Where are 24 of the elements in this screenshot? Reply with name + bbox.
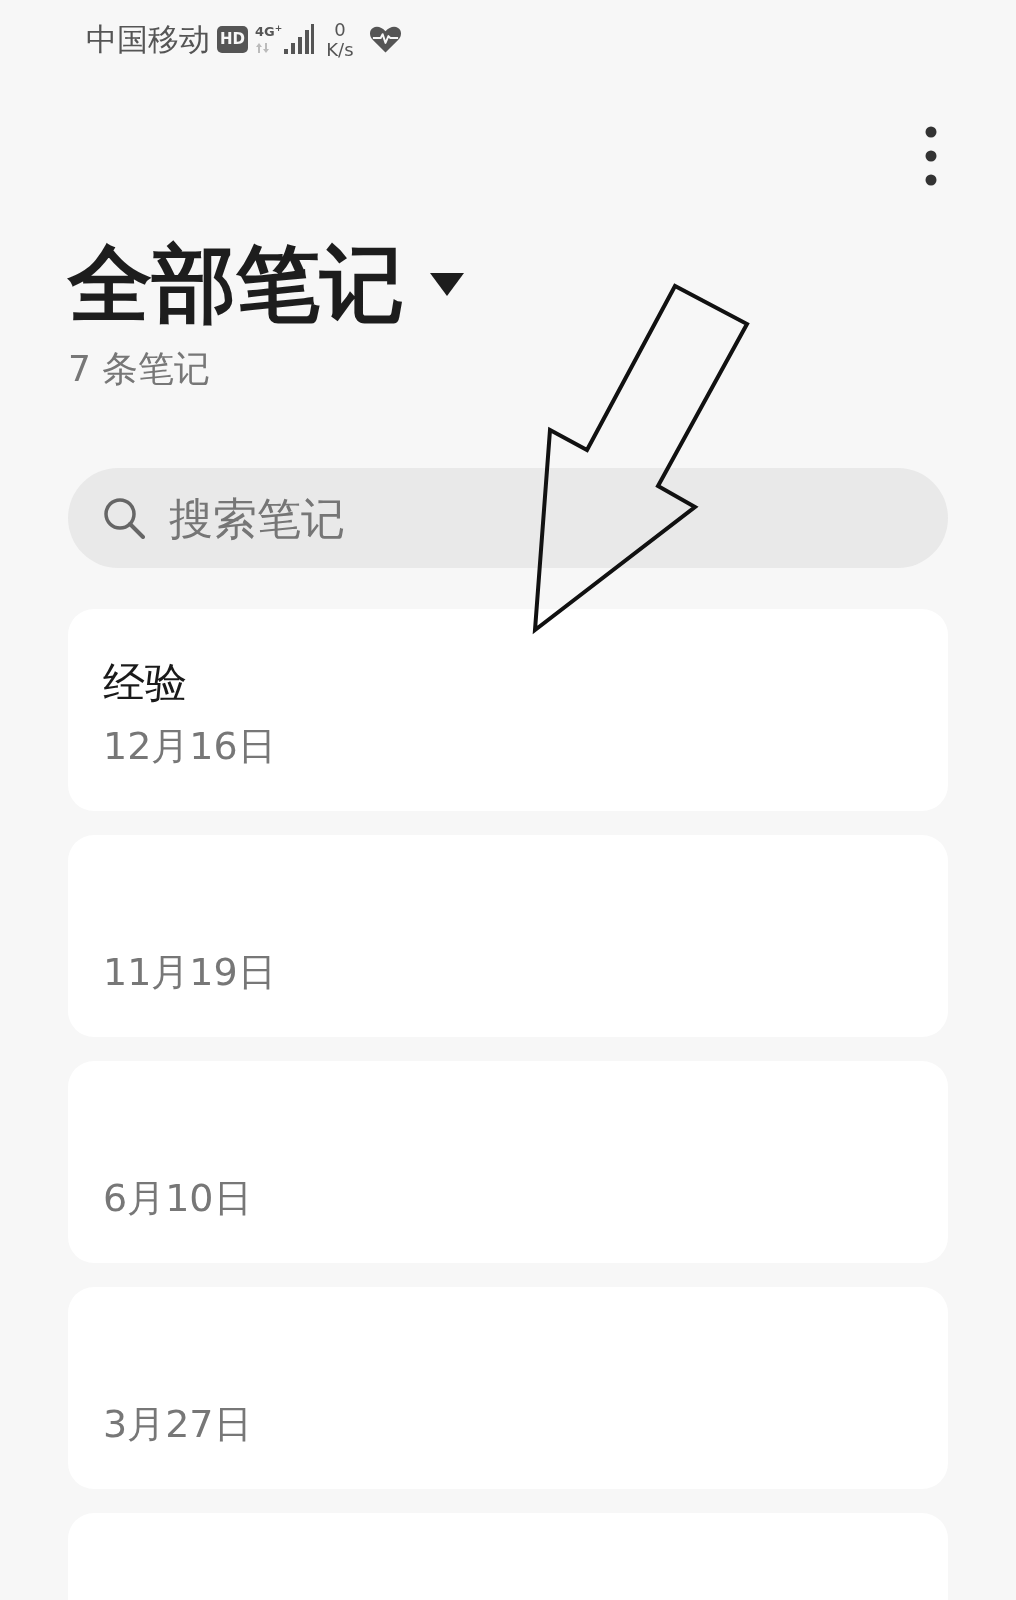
caret-icon bbox=[430, 272, 464, 296]
search-field[interactable]: 搜索笔记 bbox=[68, 468, 948, 568]
heart-pulse-icon bbox=[369, 25, 401, 53]
note-date: 6月10日 bbox=[103, 1175, 252, 1222]
speed-value: 0 bbox=[334, 20, 346, 38]
data-arrows-icon bbox=[255, 43, 271, 53]
note-card[interactable]: 经验 12月16日 bbox=[68, 609, 948, 811]
network-type-label: 4G$^{+}$ bbox=[255, 25, 283, 39]
search-icon bbox=[103, 497, 145, 539]
note-date: 11月19日 bbox=[103, 949, 276, 996]
note-count: 7 条笔记 bbox=[68, 347, 211, 391]
note-card[interactable]: 11月19日 bbox=[68, 835, 948, 1037]
signal-icon bbox=[284, 24, 315, 54]
hd-badge: HD bbox=[217, 25, 248, 53]
note-card[interactable]: 6月10日 bbox=[68, 1061, 948, 1263]
carrier-name: 中国移动 bbox=[86, 21, 210, 57]
note-card[interactable]: 3月27日 bbox=[68, 1287, 948, 1489]
search-input[interactable]: 搜索笔记 bbox=[169, 488, 948, 548]
note-title: 经验 bbox=[103, 657, 187, 709]
note-date: 3月27日 bbox=[103, 1401, 252, 1448]
more-icon bbox=[925, 126, 937, 186]
folder-title-dropdown[interactable]: 全部笔记 bbox=[68, 234, 464, 334]
speed-unit: K/s bbox=[326, 40, 354, 58]
note-date: 12月16日 bbox=[103, 723, 276, 770]
